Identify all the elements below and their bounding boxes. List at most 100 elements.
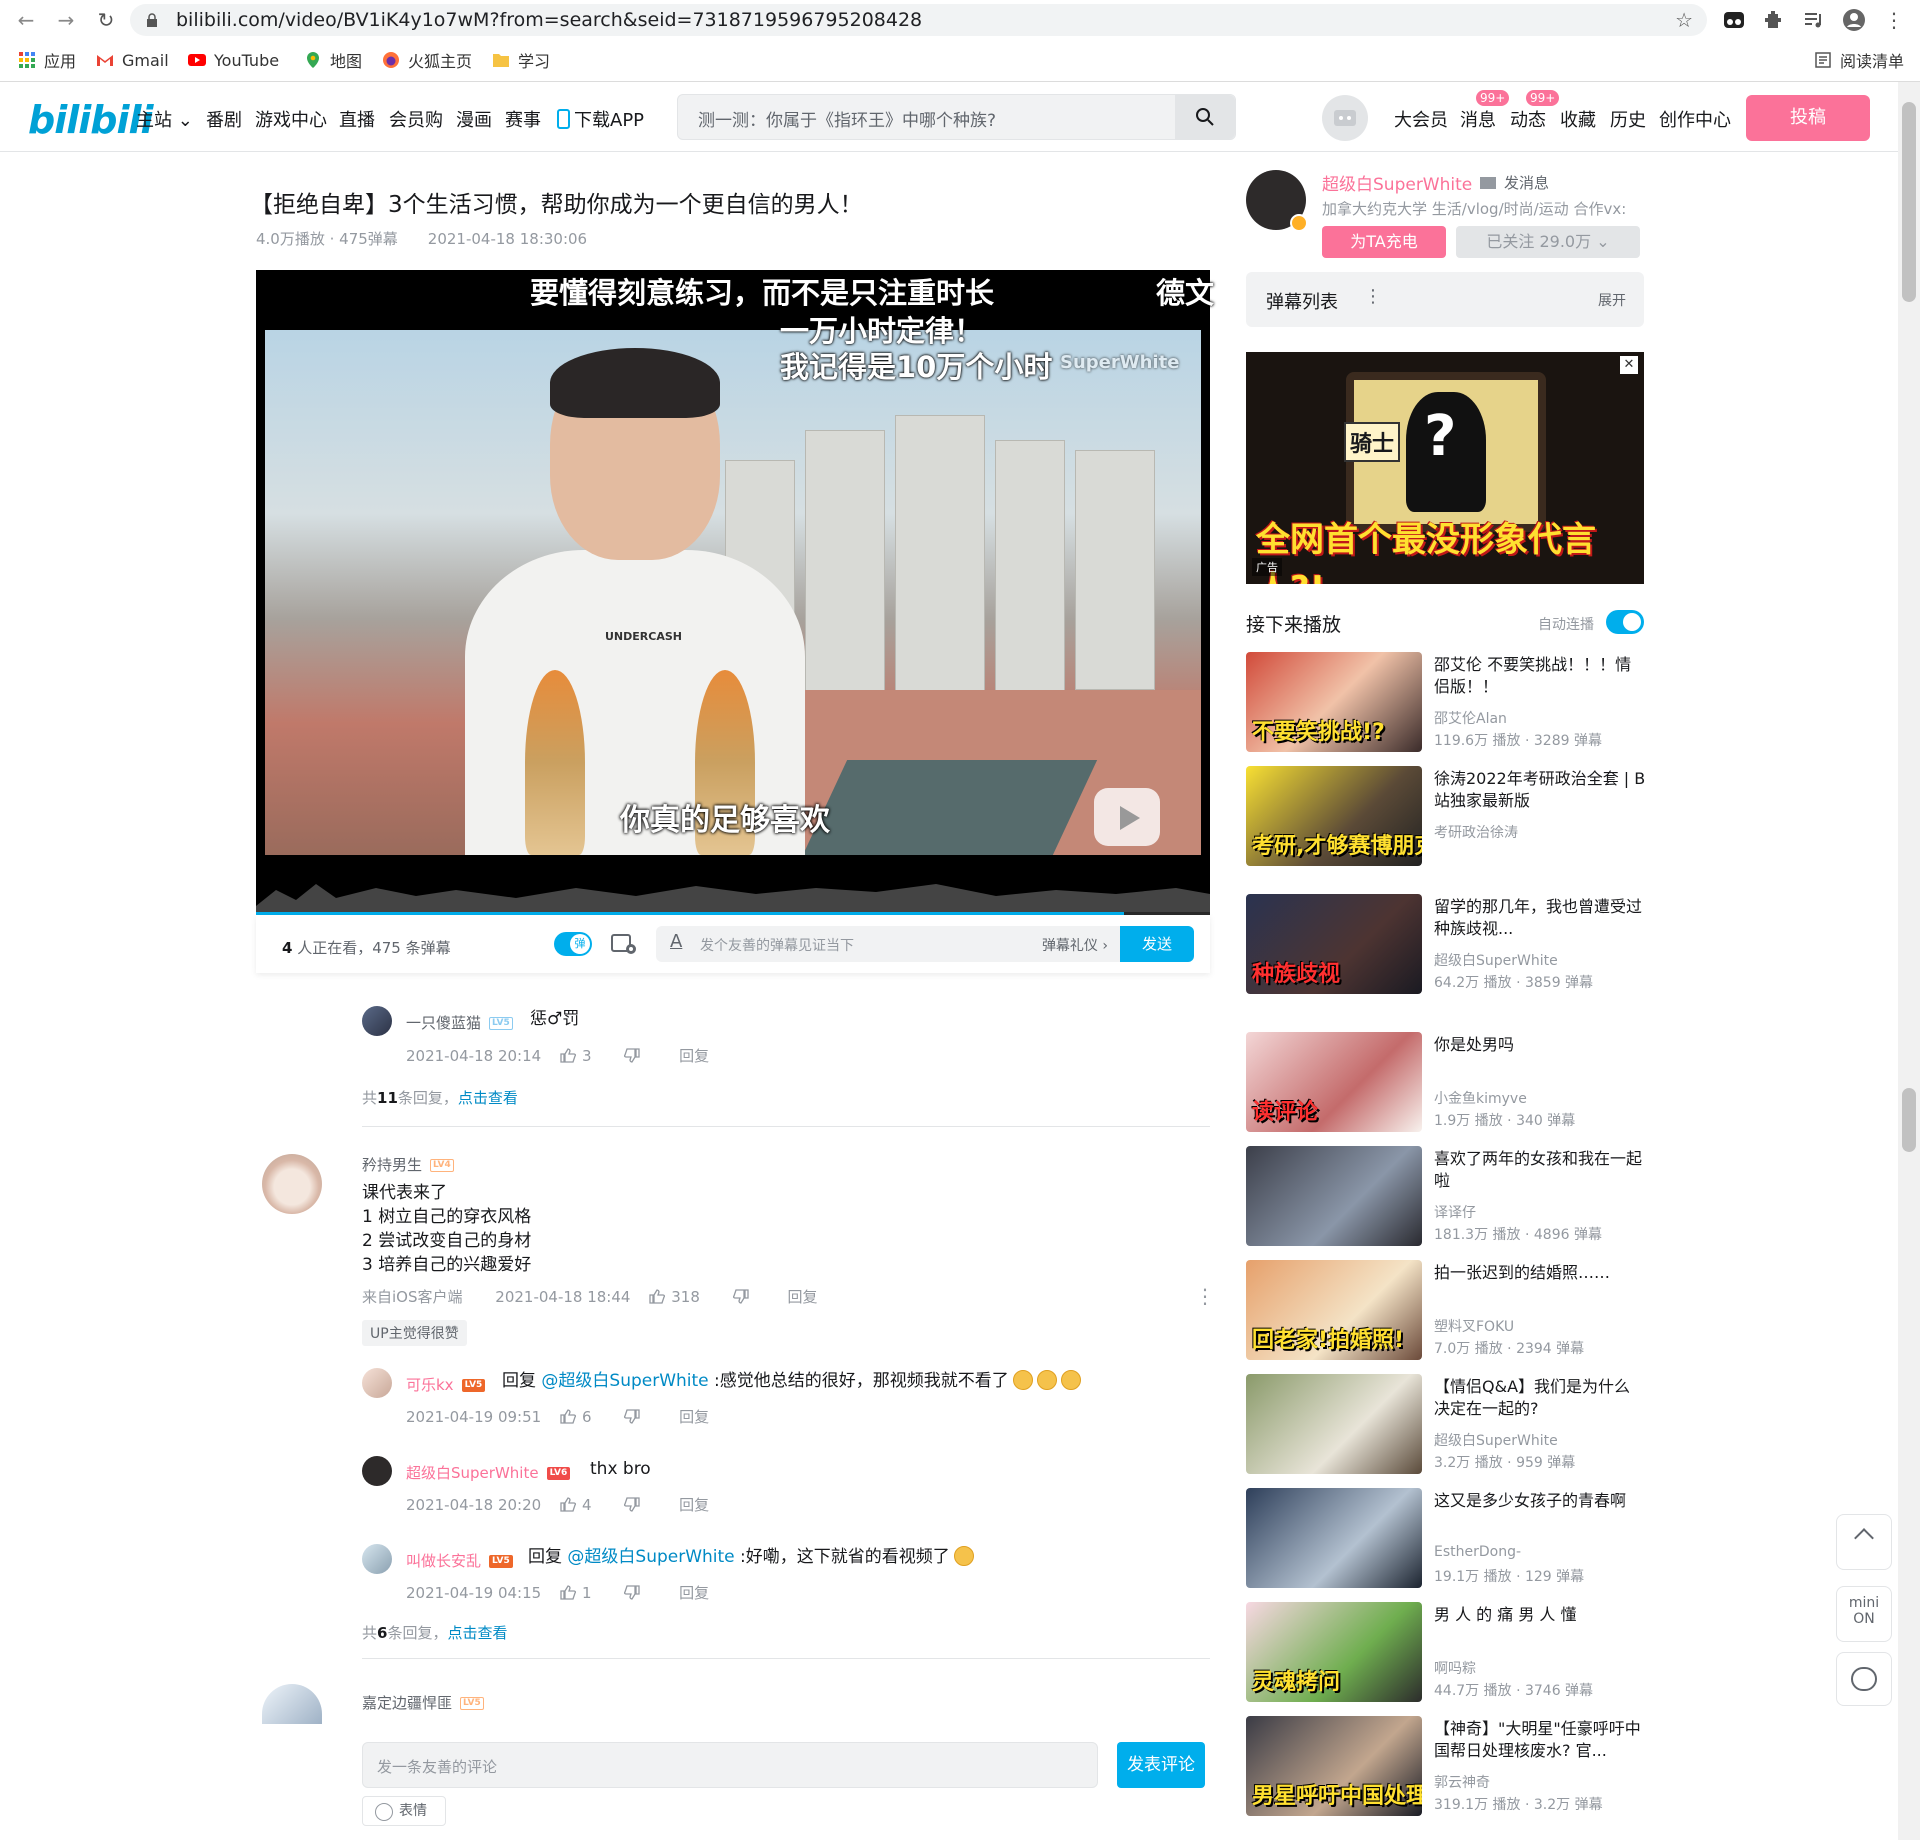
- nav-download-app[interactable]: 下载APP: [557, 106, 644, 132]
- more-options-icon[interactable]: ⋮: [1195, 1284, 1215, 1308]
- nav-live[interactable]: 直播: [339, 106, 375, 132]
- recommend-author[interactable]: 译译仔: [1434, 1202, 1476, 1222]
- recommend-item[interactable]: 不要笑挑战!? 邵艾伦 不要笑挑战！！！情侣版！！ 邵艾伦Alan 119.6万 播放…: [1246, 652, 1644, 752]
- recommend-author[interactable]: 超级白SuperWhite: [1434, 950, 1558, 970]
- avatar[interactable]: [262, 1684, 322, 1724]
- nav-dynamics[interactable]: 动态 99+: [1510, 90, 1560, 132]
- more-icon[interactable]: ⋮: [1364, 286, 1382, 307]
- recommend-author[interactable]: EstherDong-: [1434, 1544, 1521, 1560]
- nav-mall[interactable]: 会员购: [389, 106, 443, 132]
- recommend-title[interactable]: 喜欢了两年的女孩和我在一起啦: [1434, 1148, 1646, 1192]
- emoji-button[interactable]: 表情: [362, 1796, 446, 1826]
- bookmark-star-icon[interactable]: ☆: [1675, 4, 1693, 36]
- media-control-icon[interactable]: [1802, 8, 1826, 32]
- comment-username[interactable]: 矜持男生 LV4: [362, 1154, 454, 1175]
- nav-home[interactable]: 主站 ⌄: [136, 106, 193, 132]
- nav-game-center[interactable]: 游戏中心: [255, 106, 327, 132]
- recommend-author[interactable]: 小金鱼kimyve: [1434, 1088, 1527, 1108]
- bookmark-gmail[interactable]: Gmail: [96, 50, 169, 70]
- profile-icon[interactable]: [1842, 8, 1866, 32]
- comment-username[interactable]: 嘉定边疆悍匪 LV5: [362, 1692, 484, 1713]
- expand-button[interactable]: 展开: [1598, 290, 1626, 310]
- avatar[interactable]: [262, 1154, 322, 1214]
- nav-favorites[interactable]: 收藏: [1560, 106, 1596, 132]
- mention-link[interactable]: @超级白SuperWhite: [541, 1371, 708, 1391]
- recommend-thumbnail[interactable]: 种族歧视: [1246, 894, 1422, 994]
- avatar[interactable]: [362, 1006, 392, 1036]
- recommend-title[interactable]: 徐涛2022年考研政治全套 | B站独家最新版: [1434, 768, 1646, 812]
- mini-player-toggle[interactable]: mini ON: [1836, 1586, 1892, 1642]
- recommend-item[interactable]: 男星呼吁中国处理核废水?? 【神奇】"大明星"任豪呼吁中国帮日处理核废水? 官..…: [1246, 1716, 1644, 1816]
- submit-comment-button[interactable]: 发表评论: [1117, 1742, 1205, 1788]
- recommend-thumbnail[interactable]: [1246, 1488, 1422, 1588]
- recommend-author[interactable]: 塑料叉FOKU: [1434, 1316, 1514, 1336]
- recommend-title[interactable]: 这又是多少女孩子的青春啊: [1434, 1490, 1646, 1512]
- reading-list[interactable]: 阅读清单: [1814, 50, 1904, 71]
- view-replies-link[interactable]: 点击查看: [447, 1624, 507, 1642]
- back-icon[interactable]: ←: [14, 8, 38, 32]
- recommend-thumbnail[interactable]: 不要笑挑战!?: [1246, 652, 1422, 752]
- text-style-icon[interactable]: A: [670, 931, 682, 952]
- reply-username[interactable]: 叫做长安乱 LV5: [406, 1550, 513, 1571]
- dislike-button[interactable]: [624, 1496, 646, 1514]
- recommend-title[interactable]: 拍一张迟到的结婚照……: [1434, 1262, 1646, 1284]
- up-avatar[interactable]: [1246, 170, 1308, 232]
- recommend-item[interactable]: 喜欢了两年的女孩和我在一起啦 译译仔 181.3万 播放 · 4896 弹幕: [1246, 1146, 1644, 1246]
- recommend-thumbnail[interactable]: 灵魂拷问: [1246, 1602, 1422, 1702]
- reply-username[interactable]: 可乐kx LV5: [406, 1374, 486, 1395]
- back-to-top-button[interactable]: [1836, 1514, 1892, 1570]
- send-message-button[interactable]: 发消息: [1480, 172, 1549, 193]
- like-button[interactable]: 4: [560, 1496, 606, 1514]
- close-icon[interactable]: ✕: [1620, 356, 1638, 374]
- recommend-thumbnail[interactable]: [1246, 1374, 1422, 1474]
- menu-icon[interactable]: ⋮: [1882, 8, 1906, 32]
- recommend-item[interactable]: 考研,才够赛博朋克! 徐涛2022年考研政治全套 | B站独家最新版考研政治徐涛: [1246, 766, 1646, 866]
- dislike-button[interactable]: [732, 1288, 755, 1306]
- comment-input[interactable]: 发一条友善的评论: [362, 1742, 1098, 1788]
- address-bar[interactable]: bilibili.com/video/BV1iK4y1o7wM?from=sea…: [130, 4, 1707, 36]
- danmaku-settings-icon[interactable]: [611, 933, 637, 955]
- recommend-title[interactable]: 留学的那几年，我也曾遭受过种族歧视...: [1434, 896, 1646, 940]
- video-frame[interactable]: UNDERCASH: [265, 330, 1201, 855]
- recommend-item[interactable]: 【情侣Q&A】我们是为什么决定在一起的? 超级白SuperWhite 3.2万 播放…: [1246, 1374, 1644, 1474]
- reply-button[interactable]: 回复: [787, 1288, 817, 1306]
- like-button[interactable]: 1: [560, 1584, 606, 1602]
- reply-button[interactable]: 回复: [679, 1047, 709, 1065]
- bookmark-youtube[interactable]: YouTube: [188, 50, 279, 70]
- recommend-author[interactable]: 邵艾伦Alan: [1434, 708, 1507, 728]
- page-scrollbar[interactable]: [1898, 82, 1920, 1840]
- dislike-button[interactable]: [624, 1408, 646, 1426]
- like-button[interactable]: 6: [560, 1408, 606, 1426]
- avatar[interactable]: [362, 1544, 392, 1574]
- reply-username[interactable]: 一只傻蓝猫 LV5: [406, 1012, 513, 1033]
- nav-history[interactable]: 历史: [1610, 106, 1646, 132]
- like-button[interactable]: 3: [560, 1047, 606, 1065]
- nav-vip[interactable]: 大会员: [1394, 106, 1448, 132]
- bookmark-maps[interactable]: 地图: [304, 50, 362, 71]
- view-replies-link[interactable]: 点击查看: [458, 1089, 518, 1107]
- recommend-author[interactable]: 郭云神奇: [1434, 1772, 1490, 1792]
- recommend-author[interactable]: 超级白SuperWhite: [1434, 1430, 1558, 1450]
- danmaku-list-panel[interactable]: 弹幕列表 ⋮ 展开: [1246, 272, 1644, 327]
- recommend-item[interactable]: 这又是多少女孩子的青春啊 EstherDong- 19.1万 播放 · 129 弹幕: [1246, 1488, 1644, 1588]
- recommend-title[interactable]: 邵艾伦 不要笑挑战！！！情侣版！！: [1434, 654, 1646, 698]
- danmaku-toggle[interactable]: 弹: [554, 932, 592, 956]
- recommend-thumbnail[interactable]: 考研,才够赛博朋克!: [1246, 766, 1422, 866]
- recommend-title[interactable]: 你是处男吗: [1434, 1034, 1646, 1056]
- recommend-thumbnail[interactable]: 读评论: [1246, 1032, 1422, 1132]
- reply-button[interactable]: 回复: [679, 1584, 709, 1602]
- dislike-button[interactable]: [624, 1584, 646, 1602]
- forward-icon[interactable]: →: [54, 8, 78, 32]
- reply-username[interactable]: 超级白SuperWhite LV6: [406, 1462, 571, 1483]
- bilibili-logo[interactable]: bilibili: [28, 98, 154, 142]
- reply-button[interactable]: 回复: [679, 1496, 709, 1514]
- nav-creator-center[interactable]: 创作中心: [1659, 106, 1731, 132]
- like-button[interactable]: 318: [649, 1288, 714, 1306]
- recommend-author[interactable]: 考研政治徐涛: [1434, 822, 1518, 842]
- recommend-author[interactable]: 啊吗粽: [1434, 1658, 1476, 1678]
- tampermonkey-icon[interactable]: [1722, 8, 1746, 32]
- danmaku-input[interactable]: A 发个友善的弹幕见证当下 弹幕礼仪 ›: [656, 926, 1124, 962]
- recommend-title[interactable]: 男 人 的 痛 男 人 懂: [1434, 1604, 1646, 1626]
- follow-button[interactable]: 已关注 29.0万 ⌄: [1456, 226, 1640, 258]
- reload-icon[interactable]: ↻: [94, 8, 118, 32]
